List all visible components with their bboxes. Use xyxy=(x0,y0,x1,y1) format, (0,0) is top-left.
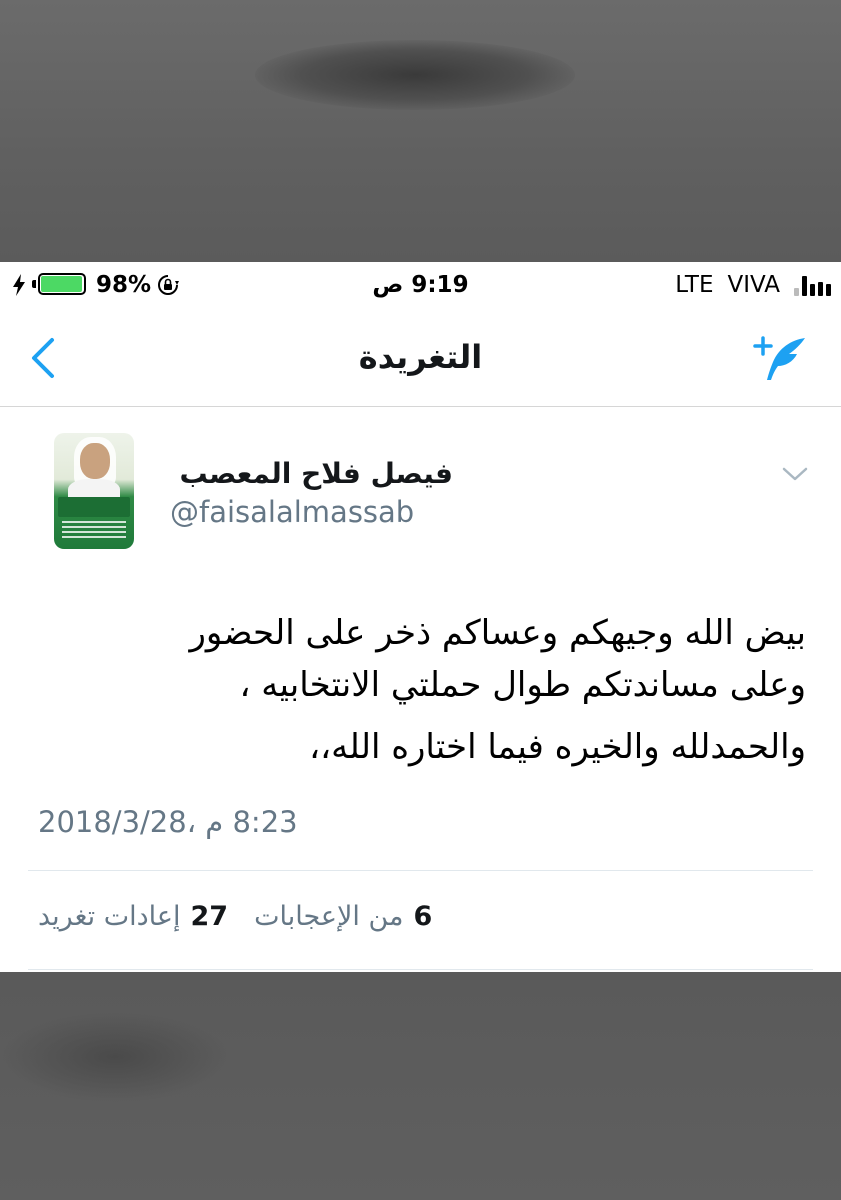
page-title: التغريدة xyxy=(358,338,483,376)
author-handle[interactable]: @faisalalmassab xyxy=(170,495,414,529)
blurred-shape xyxy=(255,40,575,110)
divider xyxy=(28,969,813,970)
tweet-text-line: بيض الله وجيهكم وعساكم ذخر على الحضور xyxy=(189,613,806,653)
tweet-stats: 6 من الإعجابات 27 إعادات تغريد xyxy=(38,901,432,932)
author-name[interactable]: فيصل فلاح المعصب xyxy=(179,457,453,490)
phone-screen: 98% 9:19 ص LTE VIVA التغريدة فيصل فلاح ا… xyxy=(0,262,841,972)
tweet-text-line: والحمدلله والخيره فيما اختاره الله،، xyxy=(309,727,806,767)
chevron-down-icon[interactable] xyxy=(780,463,810,485)
retweets-count: 27 xyxy=(190,901,229,932)
compose-tweet-icon[interactable] xyxy=(751,334,809,384)
tweet-text-line: وعلى مساندتكم طوال حملتي الانتخابيه ، xyxy=(239,665,806,705)
nav-bar: التغريدة xyxy=(0,310,841,407)
likes-label: من الإعجابات xyxy=(254,901,404,932)
blurred-shape xyxy=(0,1012,230,1102)
divider xyxy=(28,870,813,871)
blurred-background-top xyxy=(0,0,841,262)
carrier-name: VIVA xyxy=(727,272,780,298)
likes-stat[interactable]: 6 من الإعجابات xyxy=(254,901,432,932)
likes-count: 6 xyxy=(413,901,433,932)
tweet-text: بيض الله وجيهكم وعساكم ذخر على الحضور وع… xyxy=(40,607,806,773)
retweets-label: إعادات تغريد xyxy=(38,901,181,932)
network-type: LTE xyxy=(675,272,714,298)
avatar[interactable] xyxy=(54,433,134,549)
tweet-detail: فيصل فلاح المعصب @faisalalmassab بيض الل… xyxy=(0,407,841,972)
signal-icon xyxy=(794,274,831,296)
status-bar: 98% 9:19 ص LTE VIVA xyxy=(0,262,841,310)
status-right: LTE VIVA xyxy=(675,272,831,298)
retweets-stat[interactable]: 27 إعادات تغريد xyxy=(38,901,228,932)
tweet-timestamp[interactable]: 8:23 م ،2018/3/28 xyxy=(38,805,298,839)
blurred-background-bottom xyxy=(0,972,841,1200)
